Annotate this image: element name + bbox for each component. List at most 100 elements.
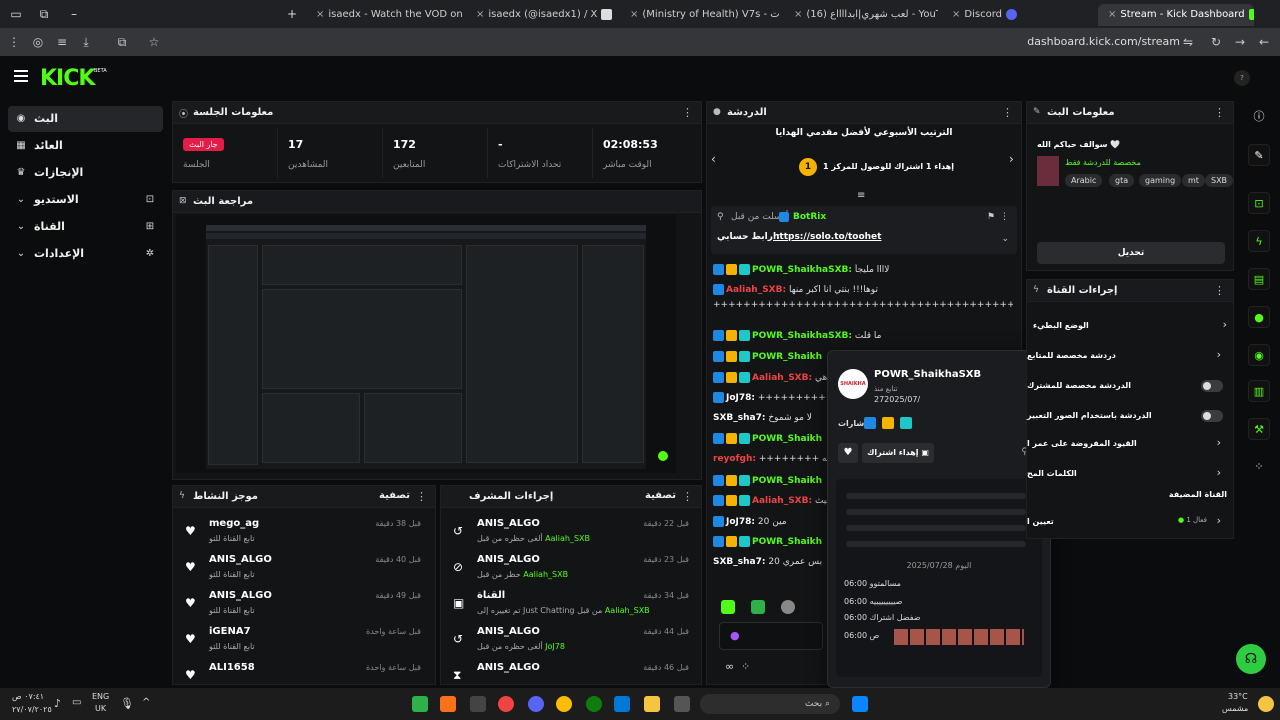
folder-icon[interactable] xyxy=(644,696,660,712)
feed-user[interactable]: iGENA7 xyxy=(209,626,251,637)
action-followers-only[interactable]: دردشة مخصصة للمتابع › xyxy=(1027,348,1229,366)
discord-icon[interactable] xyxy=(528,696,544,712)
more-options-icon[interactable]: ⋮ xyxy=(1214,284,1225,297)
action-host[interactable]: تعيين ا ● فعال 1 › xyxy=(1027,514,1229,532)
settings-dots-icon[interactable]: ⁘ xyxy=(741,660,750,673)
chat-username[interactable]: JoJ78: xyxy=(726,517,755,527)
tab-discord[interactable]: × Discord xyxy=(942,4,1092,26)
more-options-icon[interactable]: ⋮ xyxy=(682,106,693,119)
tab-search-icon[interactable]: ⧉ xyxy=(36,6,52,22)
mod-user[interactable]: القناة xyxy=(477,590,505,601)
chat-username[interactable]: JoJ78: xyxy=(726,393,755,403)
mod-user[interactable]: ANIS_ALGO xyxy=(477,554,540,565)
filter-button[interactable]: تصفية xyxy=(645,490,676,501)
back-icon[interactable]: ← xyxy=(1256,34,1272,50)
reload-icon[interactable]: ↻ xyxy=(1208,34,1224,50)
feed-user[interactable]: mego_ag xyxy=(209,518,259,529)
action-age-restriction[interactable]: القيود المفروضة على عمر ا › xyxy=(1027,436,1229,454)
site-settings-icon[interactable]: ⇋ xyxy=(1180,34,1196,50)
windows-start-icon[interactable] xyxy=(852,696,868,712)
nav-item-settings[interactable]: ⌄ الإعدادات ✲ xyxy=(8,241,163,267)
network-icon[interactable]: ▭ xyxy=(72,697,81,708)
popup-username[interactable]: POWR_ShaikhaSXB xyxy=(874,369,981,380)
emote-icon[interactable] xyxy=(721,600,735,614)
chat-username[interactable]: POWR_Shaikh xyxy=(752,352,822,362)
chevron-up-icon[interactable]: ^ xyxy=(142,697,150,708)
chat-username[interactable]: POWR_ShaikhaSXB: xyxy=(752,331,852,341)
more-options-icon[interactable]: ⋮ xyxy=(416,490,427,503)
hamburger-menu-icon[interactable] xyxy=(14,70,28,82)
preview-icon[interactable]: ⊡ xyxy=(1248,192,1270,214)
action-banned-words[interactable]: الكلمات المح › xyxy=(1027,466,1229,484)
emote-icon[interactable] xyxy=(781,600,795,614)
tab-x[interactable]: × isaedx (@isaedx1) / X xyxy=(466,4,616,26)
download-icon[interactable]: ⤓ xyxy=(78,34,94,50)
chat-username[interactable]: Aaliah_SXB: xyxy=(726,285,786,295)
store-icon[interactable] xyxy=(614,696,630,712)
chevron-down-icon[interactable]: ⌄ xyxy=(1001,234,1009,244)
pinned-link[interactable]: https://solo.to/toohet xyxy=(773,232,881,242)
weather-temp[interactable]: 33°C xyxy=(1228,692,1248,701)
app-icon[interactable] xyxy=(674,696,690,712)
info-icon[interactable]: ⓘ xyxy=(1248,106,1270,128)
clock-date[interactable]: ٢٧/٠٧/٢٠٢٥ xyxy=(12,705,52,714)
kick-logo[interactable]: KICK xyxy=(40,66,95,91)
chat-username[interactable]: POWR_Shaikh xyxy=(752,537,822,547)
chat-username[interactable]: POWR_Shaikh xyxy=(752,434,822,444)
lang-indicator[interactable]: ENG xyxy=(92,692,109,701)
more-options-icon[interactable]: ⋮ xyxy=(1000,212,1009,222)
close-icon[interactable]: × xyxy=(476,9,484,20)
app-icon[interactable] xyxy=(470,696,486,712)
mod-user[interactable]: ANIS_ALGO xyxy=(477,518,540,529)
chat-username[interactable]: reyofgh: xyxy=(713,454,756,464)
unpin-icon[interactable]: ⚑ xyxy=(987,212,995,222)
feed-user[interactable]: ALI1658 xyxy=(209,662,255,673)
feed-user[interactable]: ANIS_ALGO xyxy=(209,590,272,601)
close-icon[interactable]: × xyxy=(952,9,960,20)
minimize-icon[interactable]: – xyxy=(66,6,82,22)
layout-icon[interactable]: ▥ xyxy=(1248,380,1270,402)
stream-preview-video[interactable] xyxy=(176,215,676,473)
infinity-icon[interactable]: ∞ xyxy=(725,660,734,673)
chat-input[interactable]: ● xyxy=(719,622,823,650)
nav-item-studio[interactable]: ⌄ الاستديو ⊡ xyxy=(8,187,163,213)
url-field[interactable]: dashboard.kick.com/stream xyxy=(960,32,1180,52)
broadcast-icon[interactable]: ◉ xyxy=(1248,344,1270,366)
document-icon[interactable]: ▤ xyxy=(1248,268,1270,290)
support-icon[interactable]: ☊ xyxy=(1236,644,1266,674)
gift-sub-button[interactable]: إهداء اشتراك ▣ xyxy=(862,443,934,463)
menu-icon[interactable]: ⋮ xyxy=(6,34,22,50)
chevron-left-icon[interactable]: ‹ xyxy=(711,152,716,166)
mod-by[interactable]: Aaliah_SXB xyxy=(523,570,568,579)
bookmark-star-icon[interactable]: ☆ xyxy=(146,34,162,50)
emotes-only-toggle[interactable] xyxy=(1201,410,1223,422)
chevron-right-icon[interactable]: › xyxy=(1009,152,1014,166)
wrench-icon[interactable]: ⚒ xyxy=(1248,418,1270,440)
tab-youtube[interactable]: × (16) لعب شهري|ابدااااع - YouTube xyxy=(784,4,938,26)
chat-username[interactable]: SXB_sha7: xyxy=(713,557,765,567)
more-options-icon[interactable]: ⋮ xyxy=(682,490,693,503)
app-icon[interactable] xyxy=(412,696,428,712)
xbox-icon[interactable] xyxy=(586,696,602,712)
app-icon[interactable] xyxy=(440,696,456,712)
chat-username[interactable]: Aaliah_SXB: xyxy=(752,496,812,506)
app-icon[interactable] xyxy=(498,696,514,712)
chat-username[interactable]: POWR_ShaikhaSXB: xyxy=(752,265,852,275)
mod-user[interactable]: ANIS_ALGO xyxy=(477,662,540,673)
mic-icon[interactable]: 🎙 xyxy=(120,697,134,710)
close-icon[interactable]: × xyxy=(794,9,802,20)
pencil-icon[interactable]: ✎ xyxy=(1248,144,1270,166)
nav-item-channel[interactable]: ⌄ القناة ⊞ xyxy=(8,214,163,240)
customize-icon[interactable]: ≡ xyxy=(54,34,70,50)
subs-only-toggle[interactable] xyxy=(1201,380,1223,392)
mod-by[interactable]: JoJ78 xyxy=(545,642,565,651)
close-icon[interactable]: × xyxy=(1108,9,1116,20)
action-subs-only[interactable]: الدردشة مخصصة للمشترك xyxy=(1027,378,1229,396)
volume-icon[interactable]: ♪ xyxy=(54,697,61,710)
close-icon[interactable]: × xyxy=(630,9,638,20)
mod-by[interactable]: Aaliah_SXB xyxy=(545,534,590,543)
heart-icon[interactable]: ♥ xyxy=(838,443,858,463)
more-options-icon[interactable]: ⋮ xyxy=(1002,106,1013,119)
filter-button[interactable]: تصفية xyxy=(379,490,410,501)
window-menu-icon[interactable]: ▭ xyxy=(8,6,24,22)
